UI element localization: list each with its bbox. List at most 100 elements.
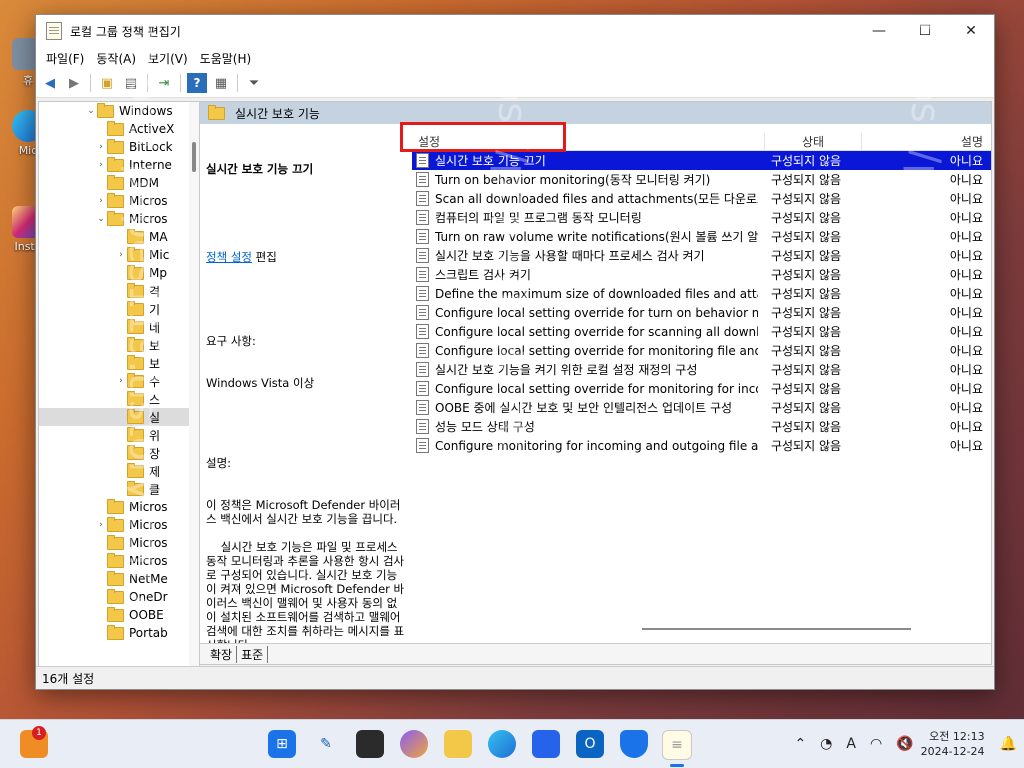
tree-item[interactable]: ⌄ Micros	[39, 210, 199, 228]
properties-icon[interactable]: ▦	[211, 73, 231, 93]
tree-scroll-thumb[interactable]	[192, 142, 196, 172]
copilot-pen-icon[interactable]: ✎	[312, 730, 340, 758]
tree-scrollbar[interactable]	[189, 102, 199, 666]
tree-item[interactable]: 위	[39, 426, 199, 444]
policy-row[interactable]: Define the maximum size of downloaded fi…	[412, 284, 991, 303]
export-list-icon[interactable]: ⇥	[154, 73, 174, 93]
chevron-right-icon[interactable]: ›	[95, 142, 107, 152]
title-bar[interactable]: 로컬 그룹 정책 편집기 — ☐ ✕	[36, 15, 994, 47]
policy-row[interactable]: Configure local setting override for sca…	[412, 322, 991, 341]
tree-item[interactable]: 실	[39, 408, 199, 426]
tree-item[interactable]: 스	[39, 390, 199, 408]
column-header-comment[interactable]: 설명	[861, 133, 991, 150]
menu-bar: 파일(F) 동작(A) 보기(V) 도움말(H)	[36, 47, 994, 69]
chevron-right-icon[interactable]: ›	[115, 250, 127, 260]
policy-row[interactable]: Configure monitoring for incoming and ou…	[412, 436, 991, 455]
tree-item[interactable]: ⌄ Windows	[39, 102, 199, 120]
ime-indicator[interactable]: A	[846, 736, 856, 752]
close-button[interactable]: ✕	[948, 15, 994, 47]
policy-row[interactable]: OOBE 중에 실시간 보호 및 보안 인텔리전스 업데이트 구성 구성되지 않음…	[412, 398, 991, 417]
start-icon[interactable]: ⊞	[268, 730, 296, 758]
task-view-icon[interactable]	[356, 730, 384, 758]
store-icon[interactable]	[532, 730, 560, 758]
tree-item[interactable]: 클	[39, 480, 199, 498]
tree-item[interactable]: Micros	[39, 534, 199, 552]
chevron-down-icon[interactable]: ⌄	[85, 106, 97, 116]
tree-item[interactable]: › Micros	[39, 192, 199, 210]
tree-item-label: 네	[149, 320, 161, 335]
outlook-icon[interactable]: O	[576, 730, 604, 758]
tree-item[interactable]: 제	[39, 462, 199, 480]
menu-action[interactable]: 동작(A)	[90, 50, 142, 67]
chevron-right-icon[interactable]: ›	[95, 160, 107, 170]
tree-item[interactable]: 장	[39, 444, 199, 462]
tree-item[interactable]: 기	[39, 300, 199, 318]
policy-row[interactable]: Configure local setting override for tur…	[412, 303, 991, 322]
column-header-setting[interactable]: 설정	[412, 133, 764, 150]
chevron-down-icon[interactable]: ⌄	[95, 214, 107, 224]
tree-item[interactable]: NetMe	[39, 570, 199, 588]
edge-icon[interactable]	[488, 730, 516, 758]
help-icon[interactable]: ?	[187, 73, 207, 93]
policy-row[interactable]: Turn on behavior monitoring(동작 모니터링 켜기) 구…	[412, 170, 991, 189]
tree-item[interactable]: Micros	[39, 552, 199, 570]
tree-item[interactable]: › Interne	[39, 156, 199, 174]
tree-item[interactable]: MA	[39, 228, 199, 246]
policy-row[interactable]: Configure local setting override for mon…	[412, 341, 991, 360]
tree-item[interactable]: Mp	[39, 264, 199, 282]
tree-item[interactable]: Portab	[39, 624, 199, 642]
network-badge-icon[interactable]: ◔	[820, 736, 832, 752]
volume-mute-icon[interactable]: 🔇	[896, 736, 913, 752]
policy-row[interactable]: 성능 모드 상태 구성 구성되지 않음 아니요	[412, 417, 991, 436]
policy-settings-link[interactable]: 정책 설정	[206, 250, 252, 264]
tab-standard[interactable]: 표준	[237, 645, 269, 663]
tree-item[interactable]: › Micros	[39, 516, 199, 534]
tab-extended[interactable]: 확장	[206, 645, 238, 663]
defender-shield-icon[interactable]	[620, 730, 648, 758]
policy-row[interactable]: 실시간 보호 기능을 사용할 때마다 프로세스 검사 켜기 구성되지 않음 아니요	[412, 246, 991, 265]
up-folder-icon[interactable]: ▣	[97, 73, 117, 93]
menu-help[interactable]: 도움말(H)	[194, 50, 258, 67]
tree-item[interactable]: 보	[39, 336, 199, 354]
copilot-icon[interactable]	[400, 730, 428, 758]
tree-item[interactable]: Micros	[39, 498, 199, 516]
minimize-button[interactable]: —	[856, 15, 902, 47]
chevron-right-icon[interactable]: ›	[115, 376, 127, 386]
notification-bell-icon[interactable]: 🔔	[1000, 736, 1017, 752]
maximize-button[interactable]: ☐	[902, 15, 948, 47]
filter-icon[interactable]: ⏷	[244, 73, 264, 93]
chevron-right-icon[interactable]: ›	[95, 196, 107, 206]
tree-pane[interactable]: ⌄ Windows ActiveX › BitLock › Interne MDM › Micro…	[38, 101, 200, 667]
tree-item[interactable]: › 수	[39, 372, 199, 390]
chevron-up-icon[interactable]: ⌃	[794, 736, 806, 752]
list-horizontal-scrollbar[interactable]	[642, 628, 911, 630]
tree-item[interactable]: ActiveX	[39, 120, 199, 138]
tree-item[interactable]: 보	[39, 354, 199, 372]
forward-arrow-icon[interactable]: ▶	[64, 73, 84, 93]
show-hide-tree-icon[interactable]: ▤	[121, 73, 141, 93]
file-explorer-icon[interactable]	[444, 730, 472, 758]
policy-row[interactable]: Configure local setting override for mon…	[412, 379, 991, 398]
clock[interactable]: 오전 12:13 2024-12-24	[921, 729, 985, 759]
back-arrow-icon[interactable]: ◀	[40, 73, 60, 93]
policy-row[interactable]: 실시간 보호 기능을 켜기 위한 로컬 설정 재정의 구성 구성되지 않음 아니요	[412, 360, 991, 379]
menu-view[interactable]: 보기(V)	[142, 50, 194, 67]
policy-row[interactable]: 스크립트 검사 켜기 구성되지 않음 아니요	[412, 265, 991, 284]
tree-item[interactable]: 격	[39, 282, 199, 300]
menu-file[interactable]: 파일(F)	[40, 50, 90, 67]
column-header-state[interactable]: 상태	[764, 133, 861, 150]
toolbar: ◀ ▶ ▣ ▤ ⇥ ? ▦ ⏷	[36, 69, 994, 98]
chevron-right-icon[interactable]: ›	[95, 520, 107, 530]
policy-row[interactable]: 컴퓨터의 파일 및 프로그램 동작 모니터링 구성되지 않음 아니요	[412, 208, 991, 227]
tree-item[interactable]: OOBE	[39, 606, 199, 624]
policy-row[interactable]: 실시간 보호 기능 끄기 구성되지 않음 아니요	[412, 151, 991, 170]
tree-item[interactable]: OneDr	[39, 588, 199, 606]
gpedit-taskbar-icon[interactable]: ≡	[662, 730, 692, 760]
wifi-icon[interactable]: ◠	[870, 736, 882, 752]
tree-item[interactable]: MDM	[39, 174, 199, 192]
policy-row[interactable]: Turn on raw volume write notifications(원…	[412, 227, 991, 246]
policy-row[interactable]: Scan all downloaded files and attachment…	[412, 189, 991, 208]
tree-item[interactable]: 네	[39, 318, 199, 336]
tree-item[interactable]: › Mic	[39, 246, 199, 264]
tree-item[interactable]: › BitLock	[39, 138, 199, 156]
